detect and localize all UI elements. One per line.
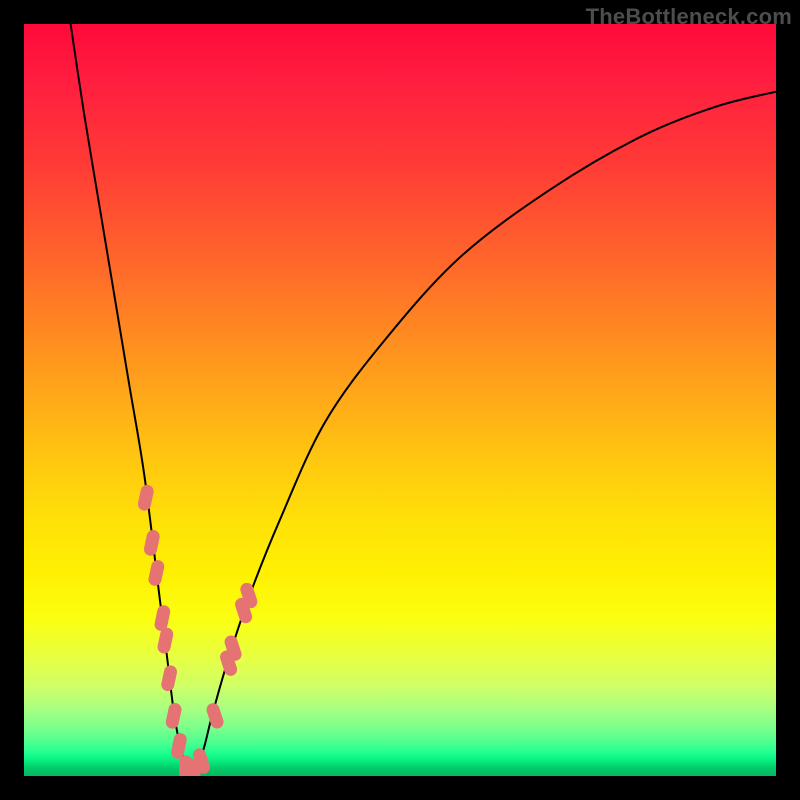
plot-area	[24, 24, 776, 776]
chart-svg	[24, 24, 776, 776]
curve-layer	[69, 24, 776, 776]
data-marker	[160, 664, 178, 692]
data-marker	[137, 484, 155, 512]
bottleneck-curve	[69, 24, 776, 776]
data-marker	[153, 604, 171, 632]
data-marker	[165, 702, 183, 730]
data-marker	[156, 627, 174, 655]
data-marker	[205, 701, 225, 730]
data-marker	[147, 559, 165, 587]
data-marker	[143, 529, 161, 557]
marker-layer	[137, 484, 259, 776]
watermark-text: TheBottleneck.com	[586, 4, 792, 30]
chart-frame: TheBottleneck.com	[0, 0, 800, 800]
